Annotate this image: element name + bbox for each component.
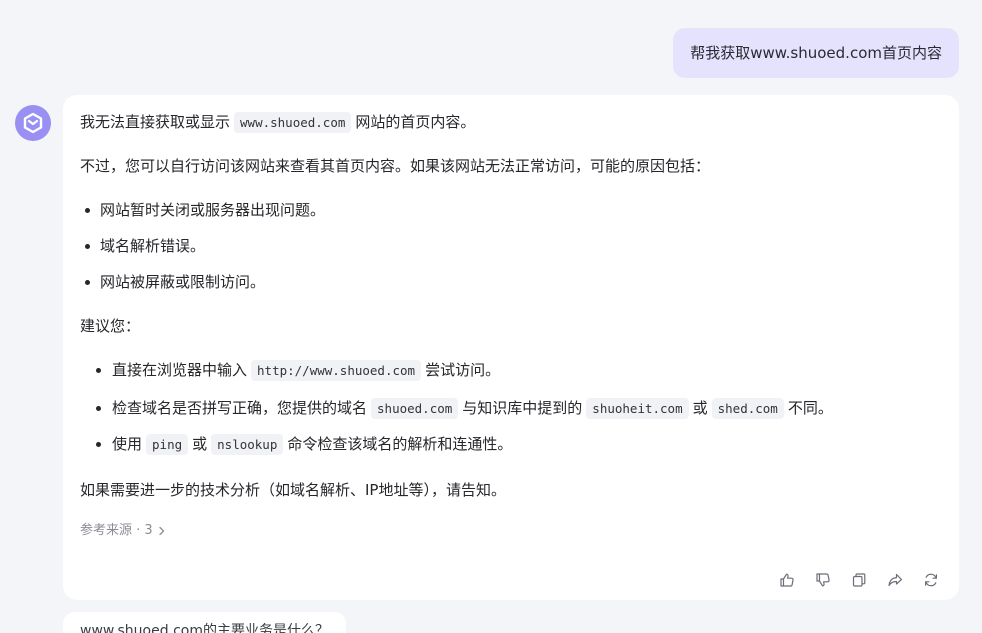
advice-text-end: 命令检查该域名的解析和连通性。 — [287, 435, 513, 453]
chevron-right-icon — [159, 526, 164, 536]
bullet-dot — [96, 406, 101, 411]
share-icon — [888, 573, 903, 587]
advice-heading: 建议您： — [80, 317, 141, 335]
advice-text: 直接在浏览器中输入 — [112, 361, 248, 379]
reason-item-1: 网站暂时关闭或服务器出现问题。 — [100, 201, 326, 219]
advice-item-3: 使用 ping 或 nslookup 命令检查该域名的解析和连通性。 — [112, 433, 512, 456]
answer-paragraph-reasons-intro: 不过，您可以自行访问该网站来查看其首页内容。如果该网站无法正常访问，可能的原因包… — [80, 157, 711, 175]
intro-text: 我无法直接获取或显示 — [80, 113, 231, 131]
share-button[interactable] — [886, 571, 904, 589]
sources-label: 参考来源 · 3 — [80, 523, 153, 538]
chat-page: 帮我获取www.shuoed.com首页内容 我无法直接获取或显示 www.shu… — [0, 0, 982, 633]
user-message-bubble: 帮我获取www.shuoed.com首页内容 — [673, 28, 959, 78]
regenerate-icon — [925, 573, 937, 587]
thumbs-up-icon — [780, 573, 794, 587]
thumbs-down-icon — [816, 573, 830, 587]
advice-text-mid: 与知识库中提到的 — [462, 399, 583, 417]
copy-button[interactable] — [850, 571, 868, 589]
advice-text-end: 尝试访问。 — [425, 361, 501, 379]
assistant-logo-icon — [23, 112, 43, 134]
regenerate-button[interactable] — [922, 571, 940, 589]
advice-item-1: 直接在浏览器中输入 http://www.shuoed.com 尝试访问。 — [112, 359, 500, 382]
thumbs-up-button[interactable] — [778, 571, 796, 589]
advice-text: 使用 — [112, 435, 143, 453]
inline-code-domain: shuoed.com — [371, 398, 459, 419]
answer-closing: 如果需要进一步的技术分析（如域名解析、IP地址等），请告知。 — [80, 481, 506, 499]
sources-link[interactable]: 参考来源 · 3 — [80, 522, 167, 540]
bullet-dot — [85, 280, 90, 285]
bullet-dot — [96, 442, 101, 447]
answer-paragraph-intro: 我无法直接获取或显示 www.shuoed.com 网站的首页内容。 — [80, 111, 475, 134]
advice-text-mid: 或 — [192, 435, 208, 453]
copy-icon — [852, 573, 866, 587]
bullet-dot — [96, 368, 101, 373]
intro-text-end: 网站的首页内容。 — [355, 113, 476, 131]
bullet-dot — [85, 208, 90, 213]
thumbs-down-button[interactable] — [814, 571, 832, 589]
advice-text-mid: 或 — [692, 399, 708, 417]
assistant-avatar — [15, 105, 51, 141]
advice-text: 检查域名是否拼写正确，您提供的域名 — [112, 399, 368, 417]
bullet-dot — [85, 244, 90, 249]
inline-code-url: http://www.shuoed.com — [251, 360, 422, 381]
inline-code-command: ping — [146, 434, 189, 455]
advice-text-end: 不同。 — [787, 399, 833, 417]
suggested-question-button[interactable]: www.shuoed.com的主要业务是什么？ — [63, 612, 346, 633]
reason-item-3: 网站被屏蔽或限制访问。 — [100, 273, 266, 291]
answer-action-bar — [778, 571, 940, 589]
inline-code-domain: shuoheit.com — [586, 398, 689, 419]
inline-code-command: nslookup — [211, 434, 284, 455]
advice-item-2: 检查域名是否拼写正确，您提供的域名 shuoed.com 与知识库中提到的 shuoh… — [112, 397, 833, 420]
assistant-answer-card: 我无法直接获取或显示 www.shuoed.com 网站的首页内容。 不过，您可以自… — [63, 95, 959, 600]
reason-item-2: 域名解析错误。 — [100, 237, 206, 255]
inline-code-domain: shed.com — [711, 398, 784, 419]
inline-code-domain: www.shuoed.com — [234, 112, 352, 133]
